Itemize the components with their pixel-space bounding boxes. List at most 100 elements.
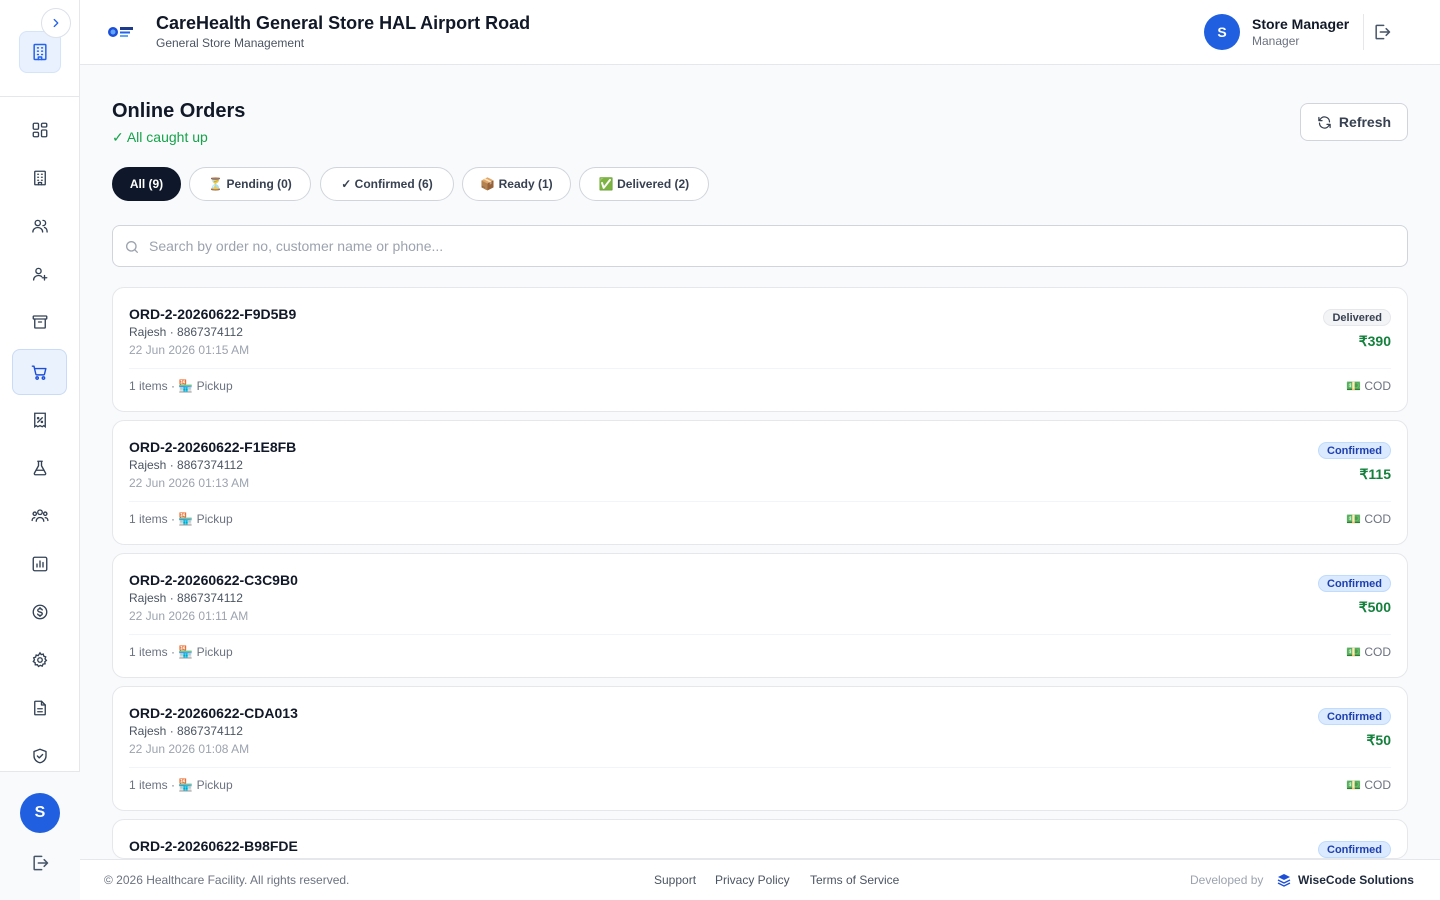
sidebar-item-users[interactable] bbox=[12, 203, 67, 249]
settings-icon bbox=[31, 651, 47, 668]
sidebar-item-settings[interactable] bbox=[12, 637, 67, 683]
shield-check-icon bbox=[32, 748, 47, 764]
header-logout-button[interactable] bbox=[1370, 20, 1394, 44]
search-input[interactable] bbox=[149, 226, 1389, 266]
dollar-icon bbox=[32, 604, 47, 620]
receipt-percent-icon bbox=[33, 412, 46, 429]
sidebar-item-facility[interactable] bbox=[12, 155, 67, 201]
status-badge: Confirmed bbox=[1318, 708, 1391, 725]
order-number: ORD-2-20260622-F9D5B9 bbox=[129, 306, 297, 322]
sidebar-logout-button[interactable] bbox=[28, 851, 52, 875]
sidebar-item-online-orders[interactable] bbox=[12, 349, 67, 395]
sidebar-item-inventory[interactable] bbox=[12, 299, 67, 345]
order-amount: ₹115 bbox=[1359, 466, 1392, 482]
filter-all[interactable]: All (9) bbox=[112, 167, 181, 201]
team-icon bbox=[30, 509, 49, 522]
user-avatar[interactable]: S bbox=[1204, 14, 1240, 50]
sidebar-expand-button[interactable] bbox=[41, 8, 71, 38]
payment-method: 💵 COD bbox=[1346, 778, 1391, 792]
card-divider bbox=[129, 501, 1391, 502]
card-divider bbox=[129, 634, 1391, 635]
sidebar-header bbox=[0, 0, 79, 97]
privacy-policy-link[interactable]: Privacy Policy bbox=[715, 873, 790, 887]
sidebar-footer: S bbox=[0, 771, 80, 900]
building-icon bbox=[33, 43, 47, 61]
sidebar-item-billing[interactable] bbox=[12, 397, 67, 443]
logout-icon bbox=[1375, 24, 1391, 40]
sidebar-item-add-user[interactable] bbox=[12, 251, 67, 297]
care-logo-icon bbox=[108, 27, 133, 37]
order-number: ORD-2-20260622-B98FDE bbox=[129, 838, 298, 854]
document-icon bbox=[33, 700, 46, 716]
order-meta: 1 items · 🏪 Pickup bbox=[129, 645, 233, 659]
cart-icon bbox=[31, 364, 47, 380]
store-title: CareHealth General Store HAL Airport Roa… bbox=[156, 13, 531, 33]
user-name: Store Manager bbox=[1252, 16, 1350, 32]
refresh-icon bbox=[1318, 115, 1331, 129]
users-icon bbox=[31, 219, 48, 233]
order-date: 22 Jun 2026 01:08 AM bbox=[129, 742, 250, 756]
status-badge: Delivered bbox=[1323, 309, 1391, 326]
order-customer: Rajesh · 8867374112 bbox=[129, 591, 243, 605]
store-subtitle: General Store Management bbox=[156, 36, 305, 50]
sidebar-item-documents[interactable] bbox=[12, 685, 67, 731]
card-divider bbox=[129, 767, 1391, 768]
sidebar: S bbox=[0, 0, 80, 900]
order-amount: ₹390 bbox=[1358, 333, 1391, 349]
order-card[interactable]: ORD-2-20260622-C3C9B0 Rajesh · 886737411… bbox=[112, 553, 1408, 678]
copyright: © 2026 Healthcare Facility. All rights r… bbox=[104, 873, 350, 887]
page-footer: © 2026 Healthcare Facility. All rights r… bbox=[80, 859, 1440, 900]
archive-icon bbox=[32, 315, 47, 329]
status-badge: Confirmed bbox=[1318, 575, 1391, 592]
order-meta: 1 items · 🏪 Pickup bbox=[129, 778, 233, 792]
user-plus-icon bbox=[32, 267, 47, 281]
order-number: ORD-2-20260622-CDA013 bbox=[129, 705, 298, 721]
sidebar-item-lab[interactable] bbox=[12, 445, 67, 491]
sidebar-item-dashboard[interactable] bbox=[12, 107, 67, 153]
terms-of-service-link[interactable]: Terms of Service bbox=[810, 873, 899, 887]
sidebar-item-reports[interactable] bbox=[12, 541, 67, 587]
order-number: ORD-2-20260622-C3C9B0 bbox=[129, 572, 298, 588]
order-amount: ₹500 bbox=[1358, 599, 1391, 615]
payment-method: 💵 COD bbox=[1346, 512, 1391, 526]
search-box bbox=[112, 225, 1408, 267]
order-card[interactable]: ORD-2-20260622-B98FDE Confirmed bbox=[112, 819, 1408, 859]
filter-pending[interactable]: ⏳ Pending (0) bbox=[189, 167, 311, 201]
filter-confirmed[interactable]: ✓ Confirmed (6) bbox=[320, 167, 454, 201]
wisecode-link[interactable]: WiseCode Solutions bbox=[1298, 873, 1414, 887]
payment-method: 💵 COD bbox=[1346, 379, 1391, 393]
wisecode-logo-icon bbox=[1277, 874, 1291, 887]
sidebar-item-finance[interactable] bbox=[12, 589, 67, 635]
status-badge: Confirmed bbox=[1318, 442, 1391, 459]
order-card[interactable]: ORD-2-20260622-F1E8FB Rajesh · 886737411… bbox=[112, 420, 1408, 545]
dashboard-icon bbox=[32, 122, 47, 138]
sync-status: ✓ All caught up bbox=[112, 129, 208, 145]
logout-icon bbox=[33, 855, 49, 871]
order-date: 22 Jun 2026 01:15 AM bbox=[129, 343, 250, 357]
support-link[interactable]: Support bbox=[654, 873, 696, 887]
user-role: Manager bbox=[1252, 34, 1300, 48]
brand-logo bbox=[107, 21, 135, 43]
header-divider bbox=[1363, 14, 1364, 50]
refresh-label: Refresh bbox=[1338, 114, 1392, 130]
filter-ready[interactable]: 📦 Ready (1) bbox=[462, 167, 571, 201]
order-amount: ₹50 bbox=[1366, 732, 1391, 748]
sidebar-item-staff[interactable] bbox=[12, 493, 67, 539]
order-date: 22 Jun 2026 01:11 AM bbox=[129, 609, 249, 623]
building-icon bbox=[33, 170, 46, 186]
order-customer: Rajesh · 8867374112 bbox=[129, 458, 243, 472]
order-card[interactable]: ORD-2-20260622-CDA013 Rajesh · 886737411… bbox=[112, 686, 1408, 811]
page-title: Online Orders bbox=[112, 100, 246, 122]
order-meta: 1 items · 🏪 Pickup bbox=[129, 512, 233, 526]
refresh-button[interactable]: Refresh bbox=[1300, 103, 1408, 141]
order-meta: 1 items · 🏪 Pickup bbox=[129, 379, 233, 393]
status-badge: Confirmed bbox=[1318, 841, 1391, 858]
order-number: ORD-2-20260622-F1E8FB bbox=[129, 439, 297, 455]
avatar[interactable]: S bbox=[20, 793, 60, 833]
flask-icon bbox=[33, 460, 46, 476]
order-card[interactable]: ORD-2-20260622-F9D5B9 Rajesh · 886737411… bbox=[112, 287, 1408, 412]
order-customer: Rajesh · 8867374112 bbox=[129, 325, 243, 339]
card-divider bbox=[129, 368, 1391, 369]
filter-delivered[interactable]: ✅ Delivered (2) bbox=[579, 167, 709, 201]
order-date: 22 Jun 2026 01:13 AM bbox=[129, 476, 250, 490]
